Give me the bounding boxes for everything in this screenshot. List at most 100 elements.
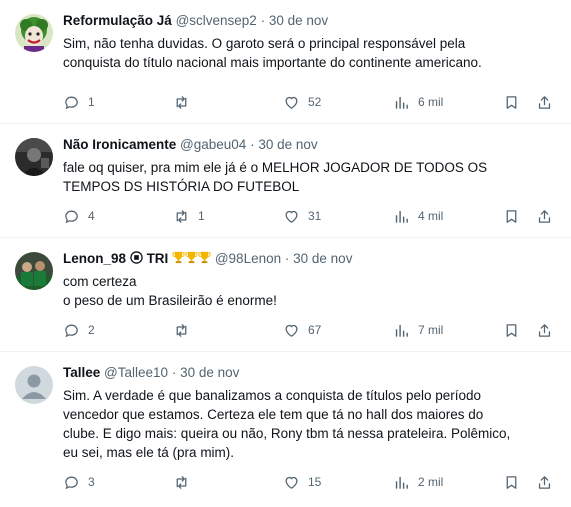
retweet-icon [176,323,187,337]
retweet-button[interactable] [173,320,198,340]
tweet-header: Reformulação Já @sclvensep2 · 30 de nov [63,12,561,30]
tweet-text: Sim. A verdade é que banalizamos a conqu… [63,388,511,460]
tweet-text: Sim, não tenha duvidas. O garoto será o … [63,36,482,70]
reply-tweet[interactable]: Não Ironicamente @gabeu04 · 30 de nov fa… [0,124,571,238]
bookmark-button[interactable] [503,92,520,112]
like-button[interactable]: 67 [283,320,321,340]
tweet-actions: 3 15 2 mil [63,472,559,492]
like-count: 52 [308,95,322,109]
reply-count: 2 [88,323,95,337]
user-handle[interactable]: @sclvensep2 [176,13,257,28]
retweet-count: 1 [198,209,205,223]
retweet-icon [176,475,187,489]
bookmark-button[interactable] [503,206,520,226]
tweet-date[interactable]: 30 de nov [180,365,239,380]
display-name[interactable]: Não Ironicamente [63,137,176,152]
separator-dot: · [284,251,290,266]
bookmark-button[interactable] [503,472,520,492]
reply-icon [65,210,78,223]
share-button[interactable] [536,472,553,492]
reply-icon [65,324,78,337]
views-count: 2 mil [418,475,444,489]
views-count: 4 mil [418,209,444,223]
user-handle[interactable]: @Tallee10 [104,365,168,380]
tweet-header: Tallee @Tallee10 · 30 de nov [63,364,561,382]
name-suffix: TRI [146,251,169,266]
display-name[interactable]: Lenon_98 [63,251,126,266]
tweet-actions: 4 1 31 4 mil [63,206,559,226]
tweet-date[interactable]: 30 de nov [269,13,328,28]
separator-dot: · [171,365,177,380]
tweet-text: com certeza o peso de um Brasileirão é e… [63,274,277,308]
like-button[interactable]: 31 [283,206,321,226]
reply-button[interactable]: 1 [63,92,95,112]
reply-tweet[interactable]: Tallee @Tallee10 · 30 de nov Sim. A verd… [0,352,571,507]
user-handle[interactable]: @gabeu04 [180,137,246,152]
bookmark-icon [506,95,517,109]
views-button[interactable]: 4 mil [393,206,443,226]
user-handle[interactable]: @98Lenon [215,251,281,266]
reply-icon [65,96,78,109]
reply-button[interactable]: 3 [63,472,95,492]
views-button[interactable]: 7 mil [393,320,443,340]
display-name[interactable]: Tallee [63,365,100,380]
retweet-button[interactable]: 1 [173,206,205,226]
bookmark-icon [506,323,517,337]
views-button[interactable]: 6 mil [393,92,443,112]
tweet-date[interactable]: 30 de nov [293,251,352,266]
like-button[interactable]: 52 [283,92,321,112]
analytics-icon [395,210,408,223]
team-photo-avatar[interactable] [15,252,53,290]
heart-icon [285,476,298,489]
separator-dot: · [250,137,255,152]
bookmark-button[interactable] [503,320,520,340]
retweet-button[interactable] [173,92,198,112]
separator-dot: · [260,13,266,28]
reply-count: 3 [88,475,95,489]
analytics-icon [395,96,408,109]
heart-icon [285,96,298,109]
share-icon [538,95,551,109]
reply-count: 1 [88,95,95,109]
share-icon [538,209,551,223]
tweet-date[interactable]: 30 de nov [258,137,317,152]
heart-icon [285,210,298,223]
share-button[interactable] [536,92,553,112]
reply-button[interactable]: 2 [63,320,95,340]
display-name[interactable]: Reformulação Já [63,13,172,28]
reply-tweet[interactable]: Lenon_98 TRI @98Lenon · 30 de nov com ce… [0,238,571,352]
tweet-text: fale oq quiser, pra mim ele já é o MELHO… [63,160,488,194]
like-count: 15 [308,475,322,489]
retweet-icon [176,95,187,109]
like-button[interactable]: 15 [283,472,321,492]
joker-avatar[interactable] [15,14,53,52]
share-button[interactable] [536,206,553,226]
share-button[interactable] [536,320,553,340]
share-icon [538,475,551,489]
views-count: 6 mil [418,95,444,109]
trophy-icon [198,251,211,266]
like-count: 67 [308,323,322,337]
retweet-icon [176,209,187,223]
share-icon [538,323,551,337]
retweet-button[interactable] [173,472,198,492]
tweet-header: Não Ironicamente @gabeu04 · 30 de nov [63,136,561,154]
trophy-icon [172,251,185,266]
views-count: 7 mil [418,323,444,337]
reply-feed: Reformulação Já @sclvensep2 · 30 de nov … [0,0,571,507]
reply-tweet[interactable]: Reformulação Já @sclvensep2 · 30 de nov … [0,0,571,124]
dark-photo-avatar[interactable] [15,138,53,176]
tweet-header: Lenon_98 TRI @98Lenon · 30 de nov [63,250,561,268]
analytics-icon [395,476,408,489]
reply-button[interactable]: 4 [63,206,95,226]
club-crest-icon [130,251,143,266]
default-avatar[interactable] [15,366,53,404]
like-count: 31 [308,209,322,223]
tweet-actions: 1 52 6 mil [63,92,559,112]
heart-icon [285,324,298,337]
views-button[interactable]: 2 mil [393,472,443,492]
trophy-icon [185,251,198,266]
reply-icon [65,476,78,489]
bookmark-icon [506,209,517,223]
analytics-icon [395,324,408,337]
